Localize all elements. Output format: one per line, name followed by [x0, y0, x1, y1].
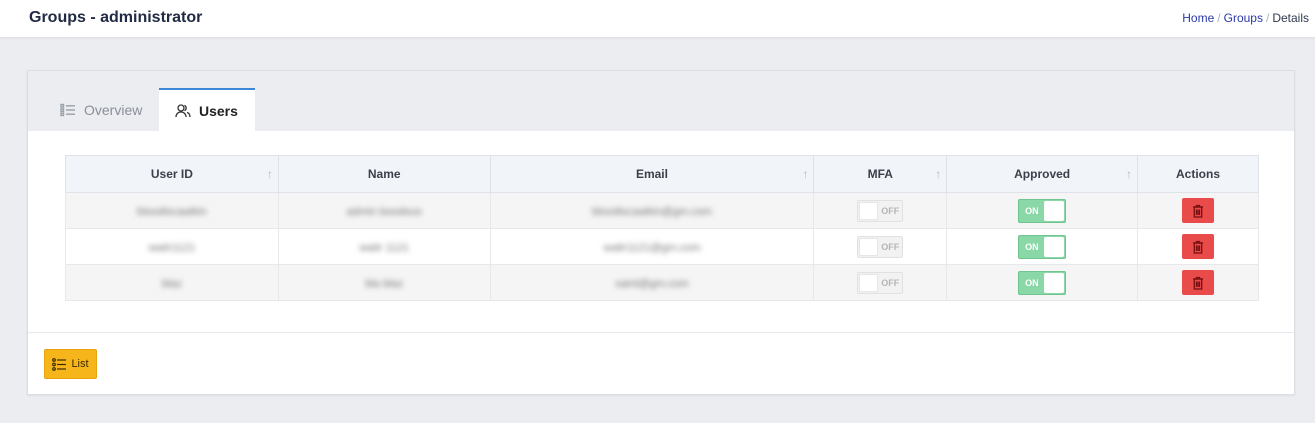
trash-icon — [1193, 240, 1204, 254]
name-cell: waitr 1121 — [359, 241, 410, 254]
user-id-cell: bloodiscaatkin — [137, 205, 207, 218]
breadcrumb-groups[interactable]: Groups — [1224, 11, 1263, 25]
users-icon — [175, 104, 191, 118]
table-header: User ID ↑ Name Email ↑ MFA ↑ Approved ↑ Acti… — [65, 155, 1259, 193]
user-id-cell: waitr1121 — [148, 241, 196, 254]
tab-bar: Overview Users — [28, 71, 1294, 131]
column-header-user-id[interactable]: User ID ↑ — [65, 155, 279, 193]
list-button-label: List — [71, 358, 89, 370]
top-bar: Groups - administrator Home / Groups / Detai… — [0, 0, 1315, 38]
approved-toggle[interactable]: ON — [1018, 198, 1067, 223]
trash-icon — [1193, 276, 1204, 290]
breadcrumb-separator: / — [1217, 11, 1221, 25]
name-cell: bla blaz — [365, 277, 404, 290]
breadcrumb: Home / Groups / Details — [1182, 11, 1309, 25]
page-title: Groups - administrator — [29, 9, 203, 26]
mfa-toggle[interactable]: OFF — [857, 271, 904, 294]
column-header-actions: Actions — [1137, 155, 1259, 193]
table-row: waitr1121 waitr 1121 waitr1121@gm.com OF… — [65, 228, 1259, 265]
sort-icon[interactable]: ↑ — [1126, 167, 1132, 181]
toggle-knob — [1044, 200, 1065, 221]
delete-button[interactable] — [1182, 234, 1215, 259]
toggle-knob — [859, 201, 879, 220]
email-cell: waitr1121@gm.com — [603, 241, 701, 254]
email-cell: bloodiscaatkin@gm.com — [591, 205, 712, 218]
approved-toggle[interactable]: ON — [1018, 270, 1067, 295]
sort-icon[interactable]: ↑ — [267, 167, 273, 181]
divider — [28, 332, 1294, 333]
list-button[interactable]: List — [44, 349, 97, 379]
list-icon — [60, 103, 75, 116]
delete-button[interactable] — [1182, 270, 1215, 295]
column-header-approved[interactable]: Approved ↑ — [946, 155, 1139, 193]
breadcrumb-home[interactable]: Home — [1182, 11, 1214, 25]
delete-button[interactable] — [1182, 198, 1215, 223]
column-header-mfa[interactable]: MFA ↑ — [813, 155, 948, 193]
tab-overview[interactable]: Overview — [60, 88, 142, 131]
column-header-name: Name — [277, 155, 491, 193]
table-row: bloodiscaatkin admin boodous bloodiscaat… — [65, 192, 1259, 229]
tab-overview-label: Overview — [84, 101, 143, 118]
toggle-knob — [859, 273, 879, 292]
name-cell: admin boodous — [346, 205, 422, 218]
column-header-email[interactable]: Email ↑ — [489, 155, 815, 193]
breadcrumb-current: Details — [1272, 11, 1309, 25]
sort-icon[interactable]: ↑ — [802, 167, 808, 181]
user-id-cell: blaz — [161, 277, 182, 290]
email-cell: saint@gm.com — [615, 277, 689, 290]
sort-icon[interactable]: ↑ — [935, 167, 941, 181]
breadcrumb-separator: / — [1265, 11, 1270, 25]
details-card: Overview Users User ID ↑ Name Email ↑ MFA ↑… — [27, 70, 1295, 395]
mfa-toggle[interactable]: OFF — [857, 199, 904, 222]
list-icon — [52, 357, 67, 371]
users-table: User ID ↑ Name Email ↑ MFA ↑ Approved ↑ Acti… — [65, 155, 1259, 301]
tab-users-label: Users — [199, 102, 238, 119]
table-row: blaz bla blaz saint@gm.com OFF ON — [65, 264, 1259, 301]
toggle-knob — [1044, 236, 1065, 257]
toggle-knob — [859, 237, 879, 256]
trash-icon — [1193, 204, 1204, 218]
approved-toggle[interactable]: ON — [1018, 234, 1067, 259]
toggle-knob — [1044, 272, 1065, 293]
tab-users[interactable]: Users — [159, 88, 255, 131]
mfa-toggle[interactable]: OFF — [857, 235, 904, 258]
